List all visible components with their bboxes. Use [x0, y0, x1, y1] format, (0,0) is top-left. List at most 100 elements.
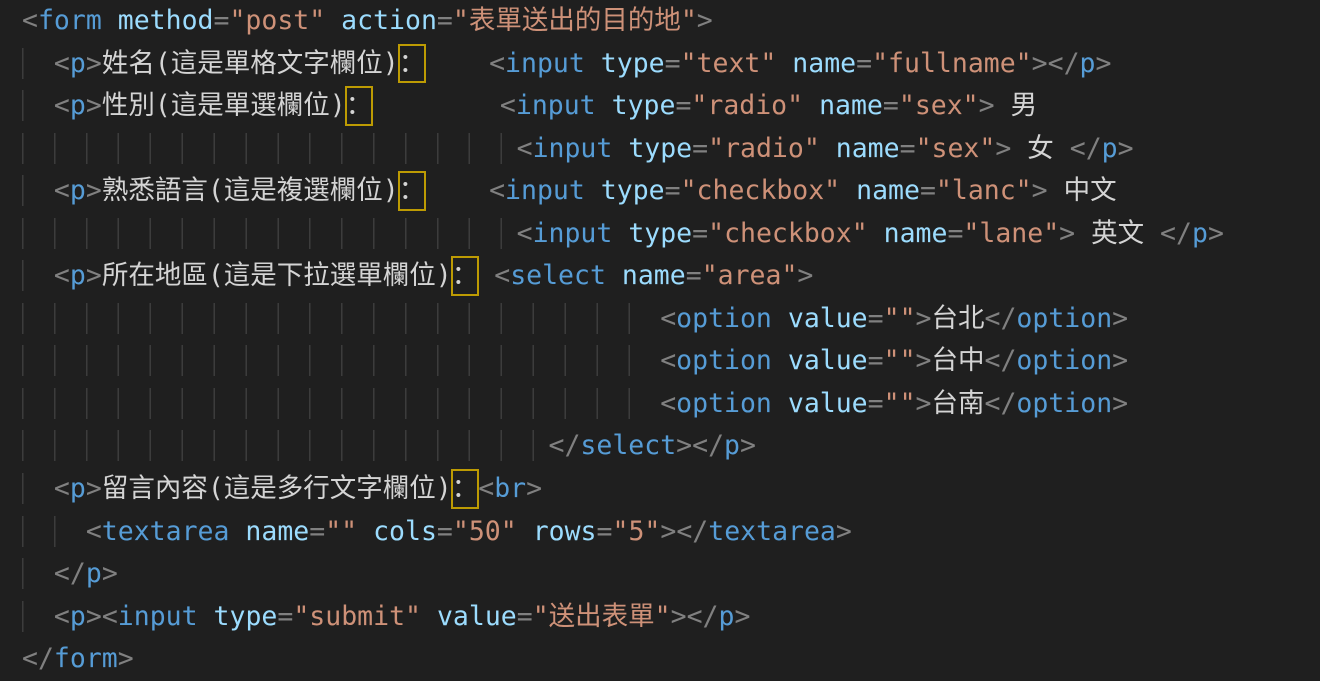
token-punctuation: >: [660, 516, 676, 547]
token-punctuation: </: [687, 601, 719, 632]
token-punctuation: >: [86, 175, 102, 206]
token-string: "checkbox": [708, 218, 868, 249]
token-tag-name: input: [505, 48, 585, 79]
token-string: "lanc": [936, 175, 1032, 206]
code-line[interactable]: </p>: [22, 553, 1320, 596]
token-attribute-name: type: [612, 90, 676, 121]
token-text: [357, 516, 373, 547]
code-line[interactable]: <option value="">台中</option>: [22, 340, 1320, 383]
token-tag-name: textarea: [102, 516, 230, 547]
token-text: [229, 516, 245, 547]
token-punctuation: >: [1032, 48, 1048, 79]
code-line[interactable]: <p>熟悉語言(這是複選欄位)： <input type="checkbox" …: [22, 170, 1320, 213]
code-line[interactable]: <p><input type="submit" value="送出表單"></p…: [22, 596, 1320, 639]
code-line[interactable]: <input type="checkbox" name="lane"> 英文 <…: [22, 213, 1320, 256]
token-tag-name: input: [505, 175, 585, 206]
token-punctuation: =: [920, 175, 936, 206]
unicode-highlighted-colon: ：: [452, 255, 479, 298]
token-punctuation: <: [54, 48, 70, 79]
code-line[interactable]: <input type="radio" name="sex"> 女 </p>: [22, 128, 1320, 171]
code-line[interactable]: <textarea name="" cols="50" rows="5"></t…: [22, 511, 1320, 554]
indent-whitespace: [22, 218, 517, 249]
token-punctuation: >: [86, 601, 102, 632]
token-text: [421, 601, 437, 632]
token-punctuation: =: [947, 218, 963, 249]
token-tag-name: input: [533, 133, 613, 164]
token-tag-name: p: [70, 601, 86, 632]
token-punctuation: >: [671, 601, 687, 632]
token-attribute-name: name: [622, 260, 686, 291]
token-attribute-name: name: [792, 48, 856, 79]
code-line[interactable]: </form>: [22, 638, 1320, 681]
token-text: [776, 48, 792, 79]
code-line[interactable]: <form method="post" action="表單送出的目的地">: [22, 0, 1320, 43]
token-punctuation: =: [437, 516, 453, 547]
token-attribute-name: type: [214, 601, 278, 632]
token-tag-name: p: [1102, 133, 1118, 164]
token-text: [772, 303, 788, 334]
token-punctuation: >: [86, 260, 102, 291]
token-tag-name: select: [510, 260, 606, 291]
token-tag-name: option: [1016, 345, 1112, 376]
token-punctuation: >: [526, 473, 542, 504]
token-string: "area": [702, 260, 798, 291]
code-line[interactable]: </select></p>: [22, 425, 1320, 468]
token-text: [868, 218, 884, 249]
token-punctuation: </: [549, 430, 581, 461]
token-punctuation: </: [985, 345, 1017, 376]
token-tag-name: form: [38, 5, 102, 36]
token-tag-name: textarea: [708, 516, 836, 547]
indent-whitespace: [22, 388, 660, 419]
token-punctuation: >: [1059, 218, 1075, 249]
token-punctuation: >: [797, 260, 813, 291]
token-punctuation: </: [692, 430, 724, 461]
code-line[interactable]: <p>性別(這是單選欄位)： <input type="radio" name=…: [22, 85, 1320, 128]
code-line[interactable]: <p>姓名(這是單格文字欄位)： <input type="text" name…: [22, 43, 1320, 86]
token-text: 女: [1011, 133, 1069, 164]
token-text: 熟悉語言(這是複選欄位): [102, 175, 399, 206]
token-string: "fullname": [872, 48, 1032, 79]
unicode-highlighted-colon: ：: [452, 468, 479, 511]
token-attribute-name: type: [628, 218, 692, 249]
token-punctuation: >: [102, 558, 118, 589]
token-tag-name: p: [70, 473, 86, 504]
code-line[interactable]: <option value="">台北</option>: [22, 298, 1320, 341]
token-text: 所在地區(這是下拉選單欄位): [102, 260, 452, 291]
token-punctuation: >: [1208, 218, 1224, 249]
token-punctuation: >: [86, 473, 102, 504]
token-text: 中文: [1048, 175, 1117, 206]
token-attribute-name: action: [341, 5, 437, 36]
token-punctuation: >: [916, 345, 932, 376]
token-punctuation: </: [54, 558, 86, 589]
token-punctuation: >: [1112, 303, 1128, 334]
token-punctuation: >: [734, 601, 750, 632]
token-text: 男: [995, 90, 1037, 121]
token-text: 台北: [932, 303, 985, 334]
code-editor[interactable]: <form method="post" action="表單送出的目的地"> <…: [0, 0, 1320, 681]
token-attribute-name: name: [884, 218, 948, 249]
token-punctuation: >: [86, 90, 102, 121]
token-punctuation: </: [1070, 133, 1102, 164]
token-string: "radio": [708, 133, 820, 164]
token-punctuation: <: [54, 175, 70, 206]
token-attribute-name: cols: [373, 516, 437, 547]
token-punctuation: <: [22, 5, 38, 36]
indent-whitespace: [22, 175, 54, 206]
token-punctuation: >: [1112, 345, 1128, 376]
code-line[interactable]: <p>留言內容(這是多行文字欄位)：<br>: [22, 468, 1320, 511]
token-string: "": [884, 345, 916, 376]
token-text: 英文: [1075, 218, 1160, 249]
token-text: [803, 90, 819, 121]
token-punctuation: <: [500, 90, 516, 121]
token-tag-name: option: [676, 388, 772, 419]
code-line[interactable]: <p>所在地區(這是下拉選單欄位)： <select name="area">: [22, 255, 1320, 298]
code-line[interactable]: <option value="">台南</option>: [22, 383, 1320, 426]
token-punctuation: =: [437, 5, 453, 36]
token-punctuation: =: [692, 218, 708, 249]
token-punctuation: <: [54, 601, 70, 632]
token-punctuation: =: [856, 48, 872, 79]
token-tag-name: input: [516, 90, 596, 121]
token-punctuation: </: [676, 516, 708, 547]
token-text: [840, 175, 856, 206]
token-string: "": [884, 388, 916, 419]
